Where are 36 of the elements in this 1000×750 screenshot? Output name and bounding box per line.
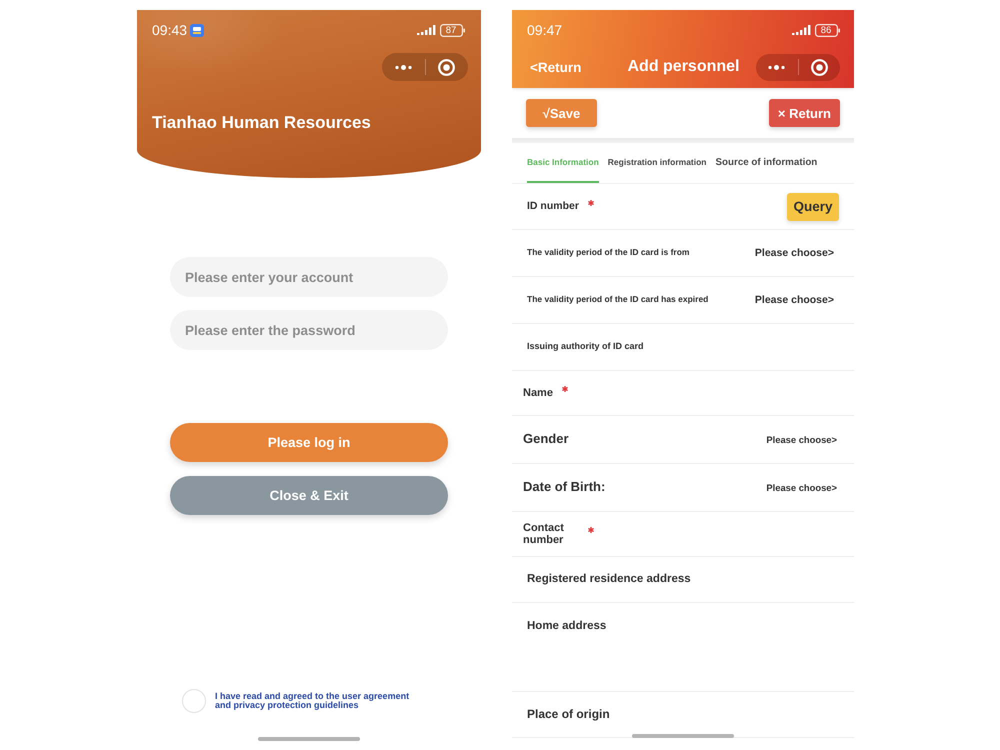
signal-icon: [417, 25, 436, 35]
choose-picker[interactable]: Please choose>: [754, 294, 834, 306]
input-field[interactable]: Please enter the password: [170, 310, 448, 350]
agreement-checkbox[interactable]: [182, 689, 206, 713]
battery-percentage: 87: [444, 24, 458, 36]
app-notification-icon: [190, 24, 204, 36]
choose-picker[interactable]: Please choose>: [754, 247, 834, 259]
status-time: 09:43: [152, 21, 188, 40]
choose-picker[interactable]: Please choose>: [766, 434, 837, 445]
battery-percentage: 86: [820, 24, 832, 36]
tab[interactable]: Registration information: [608, 143, 706, 183]
app-title: Tianhao Human Resources: [152, 112, 371, 134]
field-label: The validity period of the ID card has expired: [527, 295, 708, 305]
more-icon[interactable]: [394, 64, 412, 70]
field-label: Date of Birth:: [523, 480, 606, 495]
tab[interactable]: Source of information: [716, 143, 818, 183]
circle-dot-icon[interactable]: [810, 58, 828, 76]
field-label: Place of origin: [527, 708, 610, 722]
field-label: Home address: [527, 620, 606, 633]
circle-dot-icon[interactable]: [438, 58, 456, 76]
field-label: Issuing authority of ID card: [527, 342, 644, 352]
page-title: Add personnel: [627, 58, 740, 76]
field-label: Contact number: [523, 522, 565, 546]
input-field[interactable]: Please enter your account: [170, 257, 448, 297]
field-label: The validity period of the ID card is from: [527, 248, 690, 258]
query-button[interactable]: Query: [787, 192, 839, 220]
choose-picker[interactable]: Please choose>: [766, 482, 837, 493]
more-icon[interactable]: [768, 64, 786, 70]
field-label: Gender: [523, 432, 569, 447]
signal-icon: [792, 25, 811, 35]
field-label: ID number: [527, 200, 579, 212]
field-label: Name: [523, 386, 553, 400]
return-button[interactable]: × Return: [768, 99, 840, 127]
field-label: Registered residence address: [527, 573, 691, 586]
agreement-text: I have read and agreed to the user agreement and privacy protection guidelines: [215, 692, 410, 710]
status-time: 09:47: [527, 21, 562, 40]
